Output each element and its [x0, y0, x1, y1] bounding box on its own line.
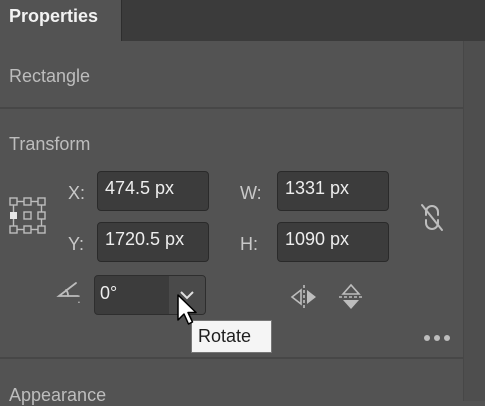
reference-point-icon[interactable] [8, 196, 48, 236]
rotate-angle-input[interactable]: 0° [95, 276, 170, 314]
x-position-field[interactable]: 474.5 px [97, 171, 209, 211]
w-label: W: [240, 183, 262, 203]
panel-scrollbar[interactable] [463, 41, 485, 401]
unlink-proportions-icon[interactable] [414, 199, 450, 235]
rotate-tooltip-text: Rotate [198, 326, 252, 346]
y-position-field[interactable]: 1720.5 px [97, 222, 209, 262]
rotate-tooltip: Rotate [191, 320, 272, 353]
y-label: Y: [68, 234, 85, 254]
transform-section-title: Transform [9, 134, 91, 154]
tab-properties-label: Properties [9, 6, 99, 26]
divider [0, 107, 463, 109]
x-label: X: [68, 183, 86, 203]
tab-properties[interactable]: Properties [0, 0, 122, 41]
shape-type-label: Rectangle [9, 66, 91, 86]
appearance-section-title: Appearance [9, 385, 107, 405]
width-field[interactable]: 1331 px [277, 171, 389, 211]
flip-horizontal-icon[interactable] [288, 282, 320, 312]
height-value: 1090 px [285, 229, 350, 249]
svg-text::: : [77, 290, 81, 306]
divider [0, 357, 463, 359]
rotate-angle-value: 0° [100, 283, 118, 303]
more-options-icon[interactable] [421, 330, 455, 346]
mouse-pointer-icon [176, 293, 200, 329]
panel-tab-bar: Properties [0, 0, 485, 41]
width-value: 1331 px [285, 178, 350, 198]
x-position-value: 474.5 px [105, 178, 175, 198]
height-field[interactable]: 1090 px [277, 222, 389, 262]
flip-vertical-icon[interactable] [335, 282, 367, 312]
h-label: H: [240, 234, 258, 254]
angle-icon: : [56, 280, 84, 306]
y-position-value: 1720.5 px [105, 229, 185, 249]
